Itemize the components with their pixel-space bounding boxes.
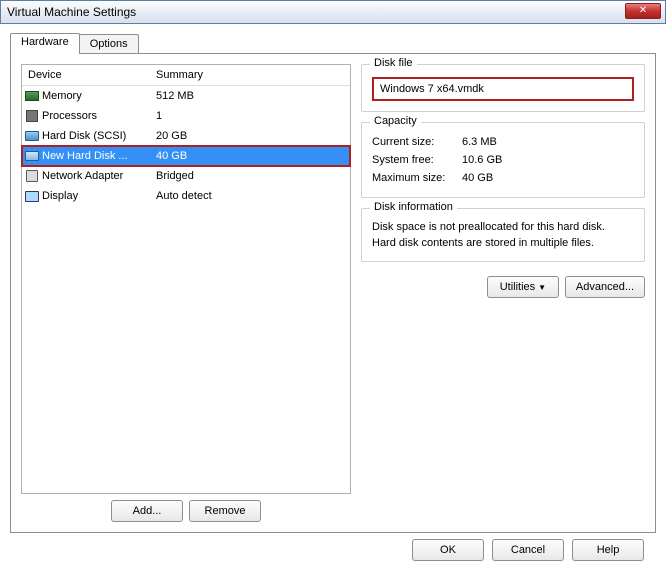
label-maximum-size: Maximum size: (372, 169, 462, 187)
display-icon (25, 191, 39, 202)
device-row-processors[interactable]: Processors 1 (22, 106, 350, 126)
close-button[interactable]: ✕ (625, 3, 661, 19)
dialog-footer: OK Cancel Help (10, 533, 656, 561)
content-area: Hardware Options Device Summary Memory 5… (0, 24, 666, 567)
tab-row: Hardware Options (10, 32, 656, 53)
device-row-hard-disk-scsi[interactable]: Hard Disk (SCSI) 20 GB (22, 126, 350, 146)
memory-icon (25, 91, 39, 101)
tab-options[interactable]: Options (79, 34, 139, 53)
tab-pane-hardware: Device Summary Memory 512 MB Processors … (10, 53, 656, 533)
group-capacity: Capacity Current size:6.3 MB System free… (361, 122, 645, 198)
group-disk-information: Disk information Disk space is not preal… (361, 208, 645, 262)
column-header-device[interactable]: Device (22, 69, 152, 81)
device-row-network-adapter[interactable]: Network Adapter Bridged (22, 166, 350, 186)
close-icon: ✕ (639, 6, 647, 16)
disk-file-value: Windows 7 x64.vmdk (372, 77, 634, 101)
remove-button[interactable]: Remove (189, 500, 261, 522)
group-title-capacity: Capacity (370, 115, 421, 127)
advanced-button[interactable]: Advanced... (565, 276, 645, 298)
disk-info-line1: Disk space is not preallocated for this … (372, 219, 634, 235)
device-list-header: Device Summary (22, 65, 350, 86)
cpu-icon (26, 110, 38, 122)
cancel-button[interactable]: Cancel (492, 539, 564, 561)
device-row-display[interactable]: Display Auto detect (22, 186, 350, 206)
utilities-button[interactable]: Utilities▼ (487, 276, 559, 298)
device-row-memory[interactable]: Memory 512 MB (22, 86, 350, 106)
value-maximum-size: 40 GB (462, 169, 493, 187)
label-system-free: System free: (372, 151, 462, 169)
chevron-down-icon: ▼ (538, 283, 546, 292)
disk-info-line2: Hard disk contents are stored in multipl… (372, 235, 634, 251)
add-button[interactable]: Add... (111, 500, 183, 522)
value-current-size: 6.3 MB (462, 133, 497, 151)
disk-icon (25, 151, 39, 161)
help-button[interactable]: Help (572, 539, 644, 561)
label-current-size: Current size: (372, 133, 462, 151)
group-title-disk-file: Disk file (370, 57, 417, 69)
device-row-new-hard-disk[interactable]: New Hard Disk ... 40 GB (22, 146, 350, 166)
disk-icon (25, 131, 39, 141)
value-system-free: 10.6 GB (462, 151, 502, 169)
ok-button[interactable]: OK (412, 539, 484, 561)
group-disk-file: Disk file Windows 7 x64.vmdk (361, 64, 645, 112)
window-title: Virtual Machine Settings (7, 5, 136, 19)
network-icon (26, 170, 38, 182)
tab-hardware[interactable]: Hardware (10, 33, 80, 54)
group-title-disk-info: Disk information (370, 201, 457, 213)
column-header-summary[interactable]: Summary (152, 69, 350, 81)
titlebar: Virtual Machine Settings ✕ (0, 0, 666, 24)
device-list: Device Summary Memory 512 MB Processors … (21, 64, 351, 494)
